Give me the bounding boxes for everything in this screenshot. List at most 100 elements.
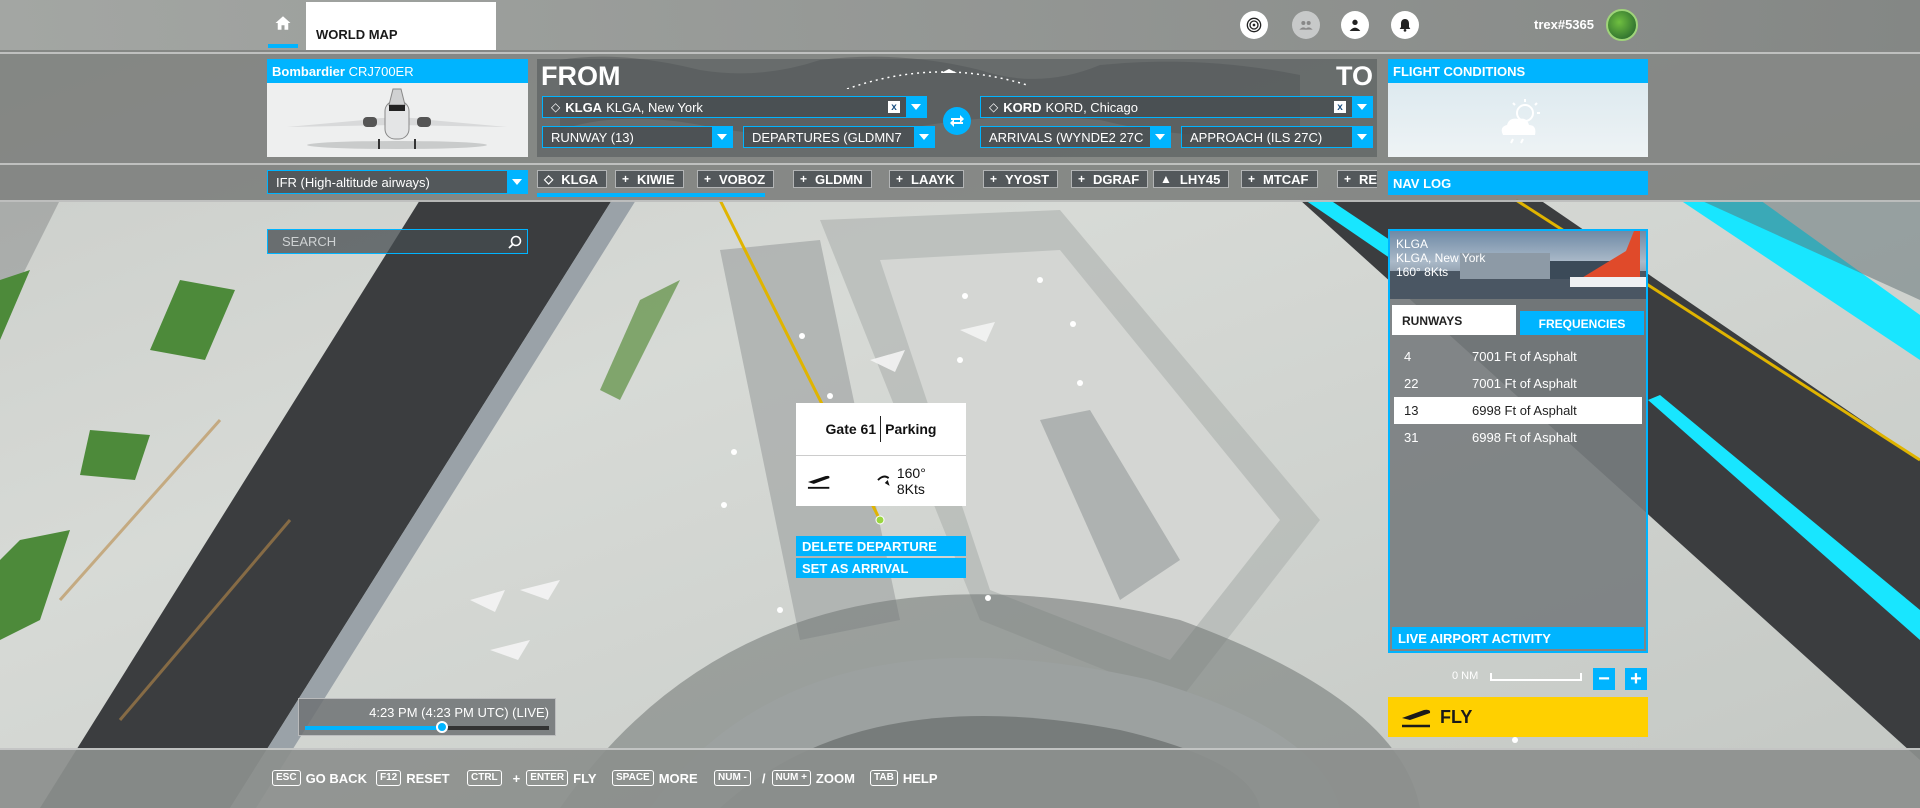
- waypoint-item[interactable]: + YYOST: [983, 170, 1059, 188]
- profile-button[interactable]: [1341, 11, 1369, 39]
- departure-procedure-dropdown[interactable]: DEPARTURES (GLDMN7: [743, 126, 935, 148]
- tab-world-map[interactable]: WORLD MAP: [306, 2, 496, 50]
- hint-label: FLY: [573, 770, 597, 786]
- arrival-procedure-value: ARRIVALS (WYNDE2 27C: [989, 129, 1144, 145]
- hint-item[interactable]: TAB HELP: [870, 770, 937, 786]
- home-icon: [275, 16, 291, 30]
- zoom-in-button[interactable]: +: [1625, 668, 1647, 690]
- hint-item[interactable]: CTRL + ENTER FLY: [467, 770, 597, 786]
- waypoint-symbol-icon: +: [622, 172, 630, 186]
- key-badge: TAB: [870, 770, 898, 786]
- waypoint-item[interactable]: + VOBOZ: [697, 170, 775, 188]
- hint-item[interactable]: NUM - / NUM + ZOOM: [714, 770, 855, 786]
- waypoint-progress: [537, 193, 765, 197]
- friends-button[interactable]: [1292, 11, 1320, 39]
- chevron-down-icon[interactable]: [906, 97, 926, 117]
- key-badge: NUM +: [771, 770, 811, 786]
- time-slider[interactable]: [305, 721, 549, 733]
- live-airport-activity-button[interactable]: LIVE AIRPORT ACTIVITY: [1392, 627, 1644, 649]
- scale-label: 0 NM: [1452, 670, 1479, 682]
- nav-log-button[interactable]: NAV LOG: [1388, 171, 1648, 195]
- chevron-down-icon[interactable]: [1352, 97, 1372, 117]
- swap-arrows-icon: [950, 115, 964, 127]
- flight-conditions-title: FLIGHT CONDITIONS: [1388, 59, 1648, 83]
- divider: [0, 200, 1920, 202]
- scale-bar: [1490, 673, 1582, 681]
- hint-item[interactable]: F12 RESET: [376, 770, 450, 786]
- fly-button[interactable]: FLY: [1388, 697, 1648, 737]
- waypoint-item[interactable]: + RE: [1337, 170, 1377, 188]
- runway-number: 31: [1404, 430, 1419, 445]
- user-icon: [1349, 19, 1361, 31]
- chevron-down-icon[interactable]: [914, 127, 934, 147]
- waypoint-item[interactable]: + GLDMN: [793, 170, 872, 188]
- hint-label: HELP: [902, 770, 938, 786]
- hint-label: GO BACK: [305, 770, 367, 786]
- arrival-procedure-dropdown[interactable]: ARRIVALS (WYNDE2 27C: [980, 126, 1171, 148]
- runway-row[interactable]: 22 7001 Ft of Asphalt: [1394, 370, 1642, 397]
- home-button[interactable]: [268, 14, 298, 48]
- divider: [0, 163, 1920, 165]
- waypoint-symbol-icon: +: [1078, 172, 1086, 186]
- search-box[interactable]: [267, 229, 528, 254]
- runway-row[interactable]: 31 6998 Ft of Asphalt: [1394, 424, 1642, 451]
- waypoint-label: VOBOZ: [719, 171, 766, 187]
- airport-pin-icon: ◇: [989, 100, 999, 114]
- key-badge: SPACE: [612, 770, 654, 786]
- tab-frequencies[interactable]: FREQUENCIES: [1520, 311, 1644, 335]
- waypoint-symbol-icon: +: [1248, 172, 1256, 186]
- runway-row[interactable]: 4 7001 Ft of Asphalt: [1394, 343, 1642, 370]
- clear-arrival-button[interactable]: x: [1334, 101, 1346, 113]
- flight-type-dropdown[interactable]: IFR (High-altitude airways): [267, 170, 528, 194]
- key-badge: ESC: [272, 770, 301, 786]
- clear-departure-button[interactable]: x: [888, 101, 900, 113]
- notifications-button[interactable]: [1391, 11, 1419, 39]
- chevron-down-icon[interactable]: [712, 127, 732, 147]
- waypoint-label: KLGA: [561, 171, 599, 187]
- time-slider-handle[interactable]: [435, 721, 448, 733]
- flight-conditions-card[interactable]: FLIGHT CONDITIONS: [1388, 59, 1648, 157]
- hint-item[interactable]: ESC GO BACK: [272, 770, 367, 786]
- search-icon[interactable]: [507, 234, 523, 250]
- set-as-arrival-button[interactable]: SET AS ARRIVAL: [796, 558, 966, 578]
- avatar[interactable]: [1606, 9, 1638, 41]
- airport-name: KLGA, New York: [1396, 251, 1486, 265]
- arrival-airport-field[interactable]: ◇ KORD KORD, Chicago x: [980, 96, 1373, 118]
- chevron-down-icon[interactable]: [507, 171, 527, 193]
- zoom-out-button[interactable]: −: [1593, 668, 1615, 690]
- runway-row[interactable]: 13 6998 Ft of Asphalt: [1394, 397, 1642, 424]
- waypoint-label: LHY45: [1179, 171, 1221, 187]
- divider: [880, 416, 882, 442]
- hint-joiner: /: [761, 770, 766, 786]
- departure-code: KLGA: [565, 99, 603, 115]
- chevron-down-icon[interactable]: [1150, 127, 1170, 147]
- approach-dropdown[interactable]: APPROACH (ILS 27C): [1181, 126, 1373, 148]
- waypoint-label: LAAYK: [911, 171, 955, 187]
- aircraft-brand: Bombardier: [272, 64, 345, 79]
- waypoint-item[interactable]: + KIWIE: [615, 170, 684, 188]
- gate-info: 160° 8Kts: [796, 456, 966, 506]
- hint-item[interactable]: SPACE MORE: [612, 770, 698, 786]
- runway-value: RUNWAY (13): [551, 129, 634, 145]
- waypoint-item[interactable]: + MTCAF: [1241, 170, 1318, 188]
- aircraft-selector[interactable]: Bombardier CRJ700ER: [267, 59, 528, 157]
- runway-dropdown[interactable]: RUNWAY (13): [542, 126, 733, 148]
- airport-info-panel: KLGA KLGA, New York 160° 8Kts RUNWAYS FR…: [1388, 229, 1648, 653]
- airport-header: KLGA KLGA, New York 160° 8Kts: [1390, 231, 1646, 299]
- swap-airports-button[interactable]: [943, 107, 971, 135]
- tab-runways[interactable]: RUNWAYS: [1392, 305, 1516, 335]
- waypoint-item[interactable]: ▲ LHY45: [1153, 170, 1230, 188]
- waypoint-item[interactable]: + DGRAF: [1071, 170, 1149, 188]
- flight-type-value: IFR (High-altitude airways): [276, 174, 430, 190]
- activity-feed-button[interactable]: [1240, 11, 1268, 39]
- chevron-down-icon[interactable]: [1352, 127, 1372, 147]
- takeoff-icon: [807, 475, 830, 489]
- search-input[interactable]: [268, 230, 493, 253]
- waypoint-item[interactable]: + LAAYK: [889, 170, 964, 188]
- runway-description: 6998 Ft of Asphalt: [1472, 430, 1577, 445]
- top-bar: WORLD MAP trex#5365: [0, 0, 1920, 50]
- departure-airport-field[interactable]: ◇ KLGA KLGA, New York x: [542, 96, 927, 118]
- waypoint-item[interactable]: ◇ KLGA: [537, 170, 608, 188]
- delete-departure-button[interactable]: DELETE DEPARTURE: [796, 536, 966, 556]
- runway-number: 22: [1404, 376, 1419, 391]
